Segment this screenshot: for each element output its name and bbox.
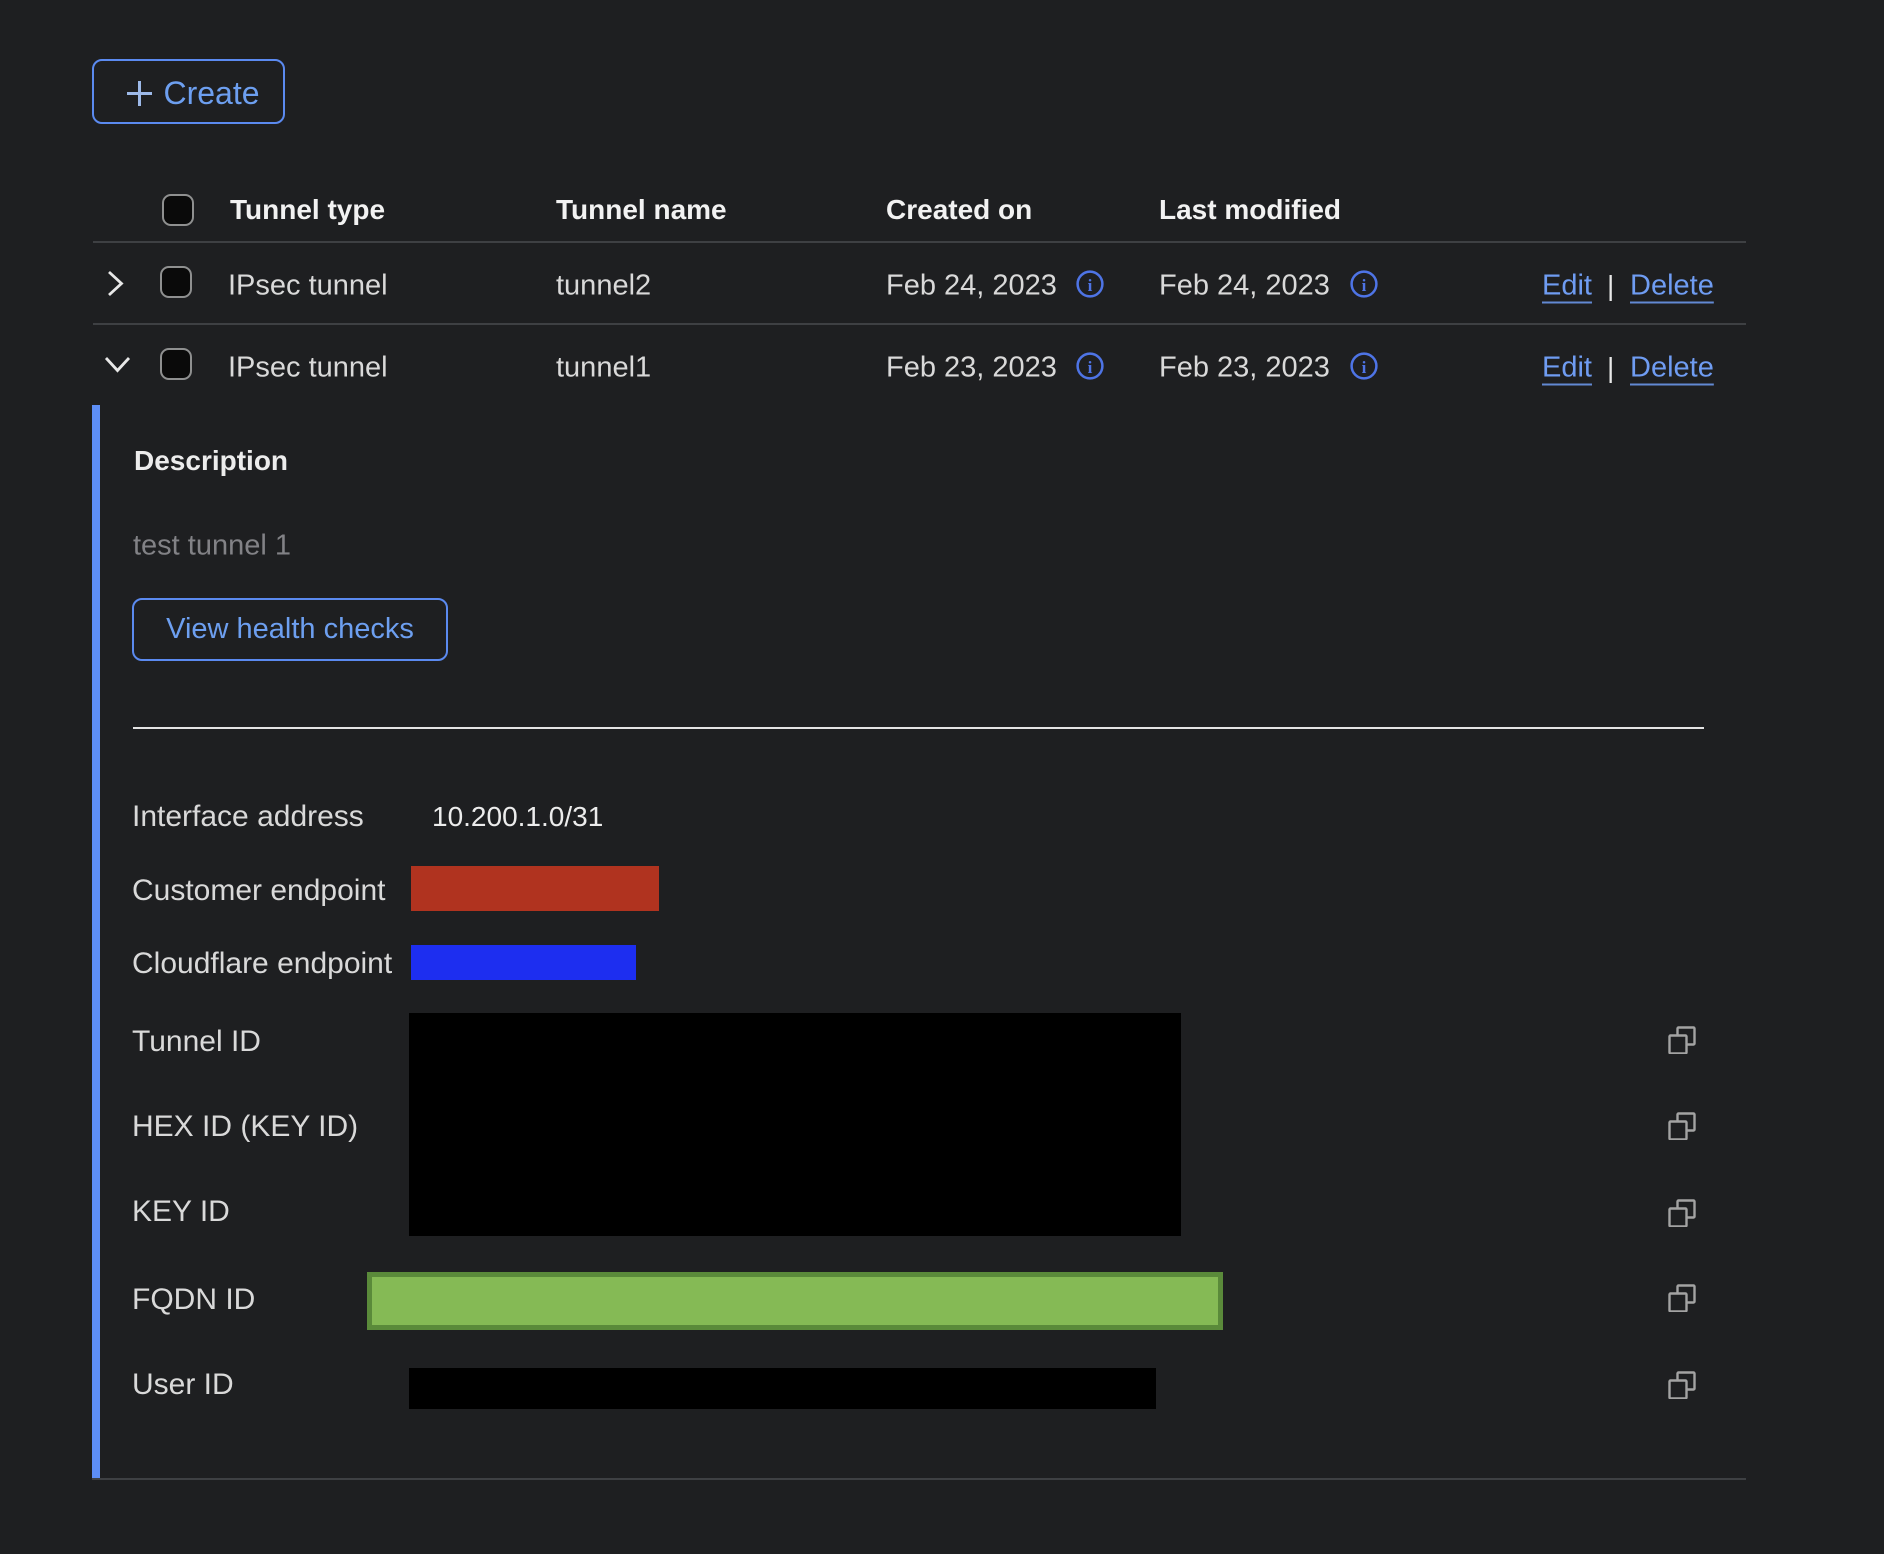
svg-text:i: i: [1088, 276, 1093, 295]
svg-text:i: i: [1362, 358, 1367, 377]
svg-text:i: i: [1362, 276, 1367, 295]
svg-text:i: i: [1088, 358, 1093, 377]
